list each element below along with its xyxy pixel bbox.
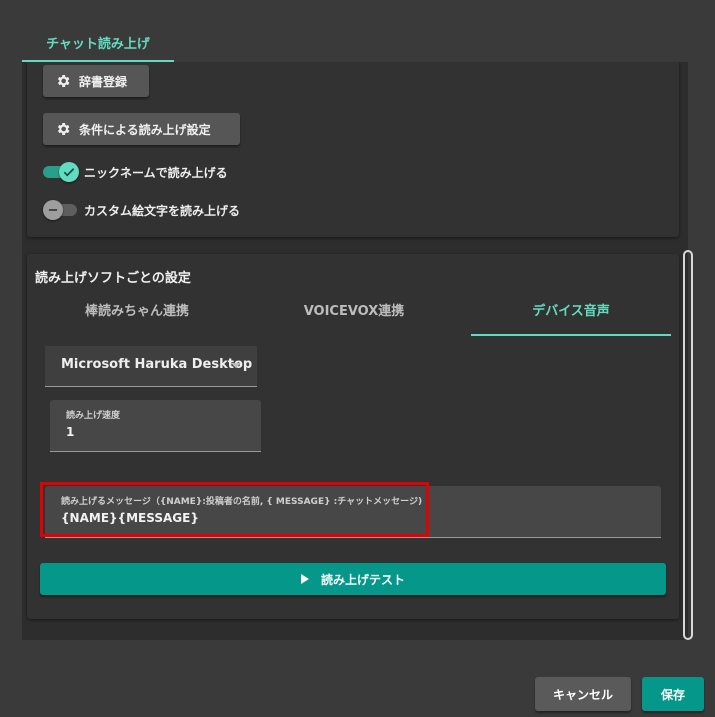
voice-select[interactable]: Microsoft Haruka Desktop xyxy=(45,346,257,387)
tab-chat-readout[interactable]: チャット読み上げ xyxy=(22,0,174,62)
readout-test-button[interactable]: 読み上げテスト xyxy=(40,563,666,595)
emoji-toggle-row: カスタム絵文字を読み上げる xyxy=(43,200,240,220)
general-settings-card: 辞書登録 条件による読み上げ設定 ニックネームで読み上げる カスタム絵文字を読み… xyxy=(27,62,679,237)
message-template-label: 読み上げるメッセージ（{NAME}:投稿者の名前, { MESSAGE} :チャ… xyxy=(61,497,423,507)
tab-chat-readout-label: チャット読み上げ xyxy=(46,37,150,52)
save-button-label: 保存 xyxy=(660,687,685,702)
speed-field-label: 読み上げ速度 xyxy=(66,411,121,421)
tab-active-indicator xyxy=(471,334,671,336)
minus-icon xyxy=(48,209,58,211)
readout-test-button-label: 読み上げテスト xyxy=(320,572,405,587)
speed-field-value: 1 xyxy=(66,425,75,439)
software-settings-card: 読み上げソフトごとの設定 棒読みちゃん連携 VOICEVOX連携 デバイス音声 … xyxy=(27,254,679,619)
speed-field[interactable]: 読み上げ速度 1 xyxy=(50,400,261,452)
settings-scroll-area: 辞書登録 条件による読み上げ設定 ニックネームで読み上げる カスタム絵文字を読み… xyxy=(22,62,688,640)
tab-voicevox-label: VOICEVOX連携 xyxy=(303,304,405,319)
gear-icon xyxy=(57,123,70,135)
message-template-field[interactable]: 読み上げるメッセージ（{NAME}:投稿者の名前, { MESSAGE} :チャ… xyxy=(45,486,661,538)
conditional-readout-button-label: 条件による読み上げ設定 xyxy=(79,122,211,137)
message-template-value: {NAME}{MESSAGE} xyxy=(61,511,199,525)
cancel-button[interactable]: キャンセル xyxy=(535,677,631,711)
top-bar: チャット読み上げ xyxy=(0,0,715,62)
tab-device-voice[interactable]: デバイス音声 xyxy=(471,294,671,336)
nickname-toggle-label: ニックネームで読み上げる xyxy=(84,165,228,180)
nickname-toggle[interactable] xyxy=(43,162,79,182)
tab-bouyomichan[interactable]: 棒読みちゃん連携 xyxy=(37,294,237,336)
check-icon xyxy=(63,168,75,177)
tab-bouyomichan-label: 棒読みちゃん連携 xyxy=(84,304,189,319)
gear-icon xyxy=(57,75,70,87)
conditional-readout-button[interactable]: 条件による読み上げ設定 xyxy=(43,113,240,145)
scrollbar[interactable] xyxy=(683,250,693,640)
cancel-button-label: キャンセル xyxy=(552,687,613,702)
dictionary-button-label: 辞書登録 xyxy=(79,74,128,89)
tab-device-voice-label: デバイス音声 xyxy=(532,304,610,319)
software-settings-title: 読み上げソフトごとの設定 xyxy=(35,271,191,286)
save-button[interactable]: 保存 xyxy=(642,677,704,711)
play-icon xyxy=(300,574,309,584)
nickname-toggle-row: ニックネームで読み上げる xyxy=(43,162,228,182)
voice-select-value: Microsoft Haruka Desktop xyxy=(61,357,253,372)
emoji-toggle[interactable] xyxy=(43,200,79,220)
dropdown-caret-icon xyxy=(231,363,241,368)
software-tabs: 棒読みちゃん連携 VOICEVOX連携 デバイス音声 xyxy=(37,294,671,336)
dictionary-button[interactable]: 辞書登録 xyxy=(43,65,149,97)
tab-voicevox[interactable]: VOICEVOX連携 xyxy=(254,294,454,336)
emoji-toggle-label: カスタム絵文字を読み上げる xyxy=(84,203,241,218)
